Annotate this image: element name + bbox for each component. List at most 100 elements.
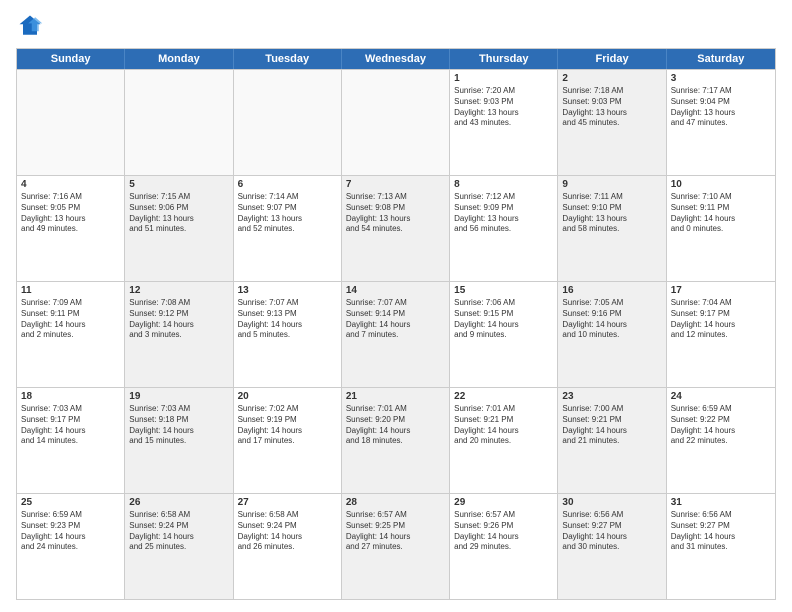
calendar-row-4: 25 Sunrise: 6:59 AM Sunset: 9:23 PM Dayli… xyxy=(17,493,775,599)
calendar-cell-3-1: 19 Sunrise: 7:03 AM Sunset: 9:18 PM Dayli… xyxy=(125,388,233,493)
calendar-cell-2-0: 11 Sunrise: 7:09 AM Sunset: 9:11 PM Dayli… xyxy=(17,282,125,387)
page: SundayMondayTuesdayWednesdayThursdayFrid… xyxy=(0,0,792,612)
calendar-cell-1-4: 8Sunrise: 7:12 AM Sunset: 9:09 PM Daylig… xyxy=(450,176,558,281)
header-day-monday: Monday xyxy=(125,49,233,69)
cell-info: Sunrise: 6:58 AM Sunset: 9:24 PM Dayligh… xyxy=(129,510,228,553)
calendar-cell-0-4: 1Sunrise: 7:20 AM Sunset: 9:03 PM Daylig… xyxy=(450,70,558,175)
calendar: SundayMondayTuesdayWednesdayThursdayFrid… xyxy=(16,48,776,600)
calendar-cell-2-2: 13 Sunrise: 7:07 AM Sunset: 9:13 PM Dayli… xyxy=(234,282,342,387)
cell-info: Sunrise: 7:02 AM Sunset: 9:19 PM Dayligh… xyxy=(238,404,337,447)
day-number: 27 xyxy=(238,497,337,508)
header-day-thursday: Thursday xyxy=(450,49,558,69)
cell-info: Sunrise: 7:16 AM Sunset: 9:05 PM Dayligh… xyxy=(21,192,120,235)
cell-info: Sunrise: 6:56 AM Sunset: 9:27 PM Dayligh… xyxy=(562,510,661,553)
cell-info: Sunrise: 7:11 AM Sunset: 9:10 PM Dayligh… xyxy=(562,192,661,235)
calendar-cell-1-2: 6 Sunrise: 7:14 AM Sunset: 9:07 PM Daylig… xyxy=(234,176,342,281)
day-number: 13 xyxy=(238,285,337,296)
day-number: 8 xyxy=(454,179,553,190)
day-number: 30 xyxy=(562,497,661,508)
calendar-cell-0-2 xyxy=(234,70,342,175)
calendar-row-0: 1Sunrise: 7:20 AM Sunset: 9:03 PM Daylig… xyxy=(17,69,775,175)
logo-icon xyxy=(16,12,44,40)
cell-info: Sunrise: 7:04 AM Sunset: 9:17 PM Dayligh… xyxy=(671,298,771,341)
calendar-cell-3-3: 21Sunrise: 7:01 AM Sunset: 9:20 PM Dayli… xyxy=(342,388,450,493)
day-number: 26 xyxy=(129,497,228,508)
calendar-cell-4-2: 27 Sunrise: 6:58 AM Sunset: 9:24 PM Dayli… xyxy=(234,494,342,599)
calendar-cell-4-6: 31 Sunrise: 6:56 AM Sunset: 9:27 PM Dayli… xyxy=(667,494,775,599)
calendar-cell-3-2: 20 Sunrise: 7:02 AM Sunset: 9:19 PM Dayli… xyxy=(234,388,342,493)
day-number: 24 xyxy=(671,391,771,402)
day-number: 29 xyxy=(454,497,553,508)
calendar-cell-0-3 xyxy=(342,70,450,175)
cell-info: Sunrise: 7:17 AM Sunset: 9:04 PM Dayligh… xyxy=(671,86,771,129)
cell-info: Sunrise: 7:15 AM Sunset: 9:06 PM Dayligh… xyxy=(129,192,228,235)
day-number: 4 xyxy=(21,179,120,190)
day-number: 25 xyxy=(21,497,120,508)
cell-info: Sunrise: 6:57 AM Sunset: 9:25 PM Dayligh… xyxy=(346,510,445,553)
calendar-cell-0-1 xyxy=(125,70,233,175)
day-number: 16 xyxy=(562,285,661,296)
calendar-cell-4-4: 29 Sunrise: 6:57 AM Sunset: 9:26 PM Dayli… xyxy=(450,494,558,599)
day-number: 17 xyxy=(671,285,771,296)
cell-info: Sunrise: 7:05 AM Sunset: 9:16 PM Dayligh… xyxy=(562,298,661,341)
day-number: 20 xyxy=(238,391,337,402)
day-number: 18 xyxy=(21,391,120,402)
cell-info: Sunrise: 6:56 AM Sunset: 9:27 PM Dayligh… xyxy=(671,510,771,553)
header-day-sunday: Sunday xyxy=(17,49,125,69)
day-number: 11 xyxy=(21,285,120,296)
calendar-cell-1-5: 9 Sunrise: 7:11 AM Sunset: 9:10 PM Daylig… xyxy=(558,176,666,281)
header-day-saturday: Saturday xyxy=(667,49,775,69)
day-number: 14 xyxy=(346,285,445,296)
day-number: 6 xyxy=(238,179,337,190)
cell-info: Sunrise: 7:01 AM Sunset: 9:20 PM Dayligh… xyxy=(346,404,445,447)
day-number: 7 xyxy=(346,179,445,190)
cell-info: Sunrise: 7:01 AM Sunset: 9:21 PM Dayligh… xyxy=(454,404,553,447)
cell-info: Sunrise: 7:03 AM Sunset: 9:18 PM Dayligh… xyxy=(129,404,228,447)
header-day-tuesday: Tuesday xyxy=(234,49,342,69)
day-number: 3 xyxy=(671,73,771,84)
day-number: 31 xyxy=(671,497,771,508)
day-number: 10 xyxy=(671,179,771,190)
day-number: 19 xyxy=(129,391,228,402)
day-number: 15 xyxy=(454,285,553,296)
calendar-row-1: 4 Sunrise: 7:16 AM Sunset: 9:05 PM Daylig… xyxy=(17,175,775,281)
cell-info: Sunrise: 7:07 AM Sunset: 9:13 PM Dayligh… xyxy=(238,298,337,341)
calendar-cell-1-6: 10 Sunrise: 7:10 AM Sunset: 9:11 PM Dayli… xyxy=(667,176,775,281)
cell-info: Sunrise: 7:06 AM Sunset: 9:15 PM Dayligh… xyxy=(454,298,553,341)
calendar-row-3: 18 Sunrise: 7:03 AM Sunset: 9:17 PM Dayli… xyxy=(17,387,775,493)
calendar-cell-0-6: 3 Sunrise: 7:17 AM Sunset: 9:04 PM Daylig… xyxy=(667,70,775,175)
cell-info: Sunrise: 7:10 AM Sunset: 9:11 PM Dayligh… xyxy=(671,192,771,235)
day-number: 28 xyxy=(346,497,445,508)
cell-info: Sunrise: 6:59 AM Sunset: 9:23 PM Dayligh… xyxy=(21,510,120,553)
cell-info: Sunrise: 6:59 AM Sunset: 9:22 PM Dayligh… xyxy=(671,404,771,447)
calendar-row-2: 11 Sunrise: 7:09 AM Sunset: 9:11 PM Dayli… xyxy=(17,281,775,387)
day-number: 12 xyxy=(129,285,228,296)
calendar-cell-2-1: 12 Sunrise: 7:08 AM Sunset: 9:12 PM Dayli… xyxy=(125,282,233,387)
cell-info: Sunrise: 7:07 AM Sunset: 9:14 PM Dayligh… xyxy=(346,298,445,341)
calendar-cell-0-5: 2Sunrise: 7:18 AM Sunset: 9:03 PM Daylig… xyxy=(558,70,666,175)
calendar-cell-2-3: 14 Sunrise: 7:07 AM Sunset: 9:14 PM Dayli… xyxy=(342,282,450,387)
calendar-header: SundayMondayTuesdayWednesdayThursdayFrid… xyxy=(17,49,775,69)
cell-info: Sunrise: 6:57 AM Sunset: 9:26 PM Dayligh… xyxy=(454,510,553,553)
calendar-cell-3-4: 22 Sunrise: 7:01 AM Sunset: 9:21 PM Dayli… xyxy=(450,388,558,493)
calendar-cell-2-4: 15 Sunrise: 7:06 AM Sunset: 9:15 PM Dayli… xyxy=(450,282,558,387)
calendar-body: 1Sunrise: 7:20 AM Sunset: 9:03 PM Daylig… xyxy=(17,69,775,599)
calendar-cell-4-0: 25 Sunrise: 6:59 AM Sunset: 9:23 PM Dayli… xyxy=(17,494,125,599)
cell-info: Sunrise: 7:09 AM Sunset: 9:11 PM Dayligh… xyxy=(21,298,120,341)
cell-info: Sunrise: 7:14 AM Sunset: 9:07 PM Dayligh… xyxy=(238,192,337,235)
header-day-wednesday: Wednesday xyxy=(342,49,450,69)
calendar-cell-3-6: 24 Sunrise: 6:59 AM Sunset: 9:22 PM Dayli… xyxy=(667,388,775,493)
day-number: 9 xyxy=(562,179,661,190)
calendar-cell-4-3: 28 Sunrise: 6:57 AM Sunset: 9:25 PM Dayli… xyxy=(342,494,450,599)
cell-info: Sunrise: 7:03 AM Sunset: 9:17 PM Dayligh… xyxy=(21,404,120,447)
cell-info: Sunrise: 7:20 AM Sunset: 9:03 PM Dayligh… xyxy=(454,86,553,129)
calendar-cell-1-1: 5Sunrise: 7:15 AM Sunset: 9:06 PM Daylig… xyxy=(125,176,233,281)
calendar-cell-2-5: 16 Sunrise: 7:05 AM Sunset: 9:16 PM Dayli… xyxy=(558,282,666,387)
calendar-cell-1-0: 4 Sunrise: 7:16 AM Sunset: 9:05 PM Daylig… xyxy=(17,176,125,281)
cell-info: Sunrise: 7:08 AM Sunset: 9:12 PM Dayligh… xyxy=(129,298,228,341)
day-number: 22 xyxy=(454,391,553,402)
cell-info: Sunrise: 6:58 AM Sunset: 9:24 PM Dayligh… xyxy=(238,510,337,553)
header-day-friday: Friday xyxy=(558,49,666,69)
calendar-cell-0-0 xyxy=(17,70,125,175)
cell-info: Sunrise: 7:00 AM Sunset: 9:21 PM Dayligh… xyxy=(562,404,661,447)
